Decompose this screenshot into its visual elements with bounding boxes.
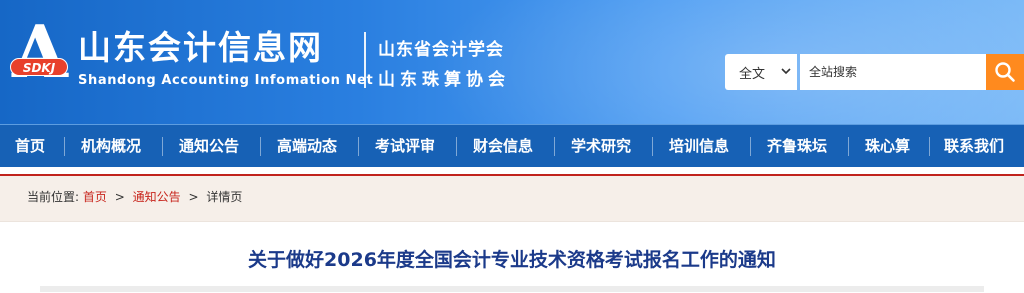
nav-separator	[848, 137, 849, 156]
association-name-2: 山东珠算协会	[378, 70, 510, 90]
site-title[interactable]: 山东会计信息网	[78, 28, 323, 68]
nav-item-about[interactable]: 机构概况	[81, 125, 141, 168]
logo-letter: A	[12, 9, 68, 94]
nav-item-home[interactable]: 首页	[15, 125, 45, 168]
nav-item-abacus-forum[interactable]: 齐鲁珠坛	[767, 125, 827, 168]
search-scope-value: 全文	[739, 66, 766, 82]
breadcrumb-link-home[interactable]: 首页	[83, 190, 107, 204]
site-logo[interactable]: A SDKJ	[4, 16, 70, 92]
site-header: A SDKJ 山东会计信息网 Shandong Accounting Infom…	[0, 0, 1024, 124]
title-underline	[40, 286, 984, 292]
nav-separator	[358, 137, 359, 156]
nav-item-mental-abacus[interactable]: 珠心算	[865, 125, 910, 168]
main-nav: 首页 机构概况 通知公告 高端动态 考试评审 财会信息 学术研究 培训信息 齐鲁…	[0, 124, 1024, 167]
search-scope-select[interactable]: 全文	[725, 54, 797, 90]
nav-item-research[interactable]: 学术研究	[571, 125, 631, 168]
nav-item-highlights[interactable]: 高端动态	[277, 125, 337, 168]
nav-item-contact[interactable]: 联系我们	[944, 125, 1004, 168]
search-icon	[995, 62, 1015, 82]
nav-item-exams[interactable]: 考试评审	[375, 125, 435, 168]
breadcrumb-current: 详情页	[206, 190, 243, 204]
nav-separator	[554, 137, 555, 156]
nav-separator	[456, 137, 457, 156]
nav-item-notices[interactable]: 通知公告	[179, 125, 239, 168]
search-button[interactable]	[986, 54, 1024, 90]
nav-separator	[260, 137, 261, 156]
nav-separator	[929, 137, 930, 156]
breadcrumb-link-notices[interactable]: 通知公告	[133, 190, 181, 204]
breadcrumb-bar: 当前位置: 首页 > 通知公告 > 详情页	[0, 176, 1024, 222]
breadcrumb-prefix: 当前位置:	[27, 190, 80, 204]
nav-separator	[750, 137, 751, 156]
logo-badge: SDKJ	[10, 58, 68, 76]
nav-separator	[162, 137, 163, 156]
breadcrumb-separator: >	[188, 190, 199, 204]
association-name-1: 山东省会计学会	[378, 40, 504, 60]
site-subtitle: Shandong Accounting Infomation Net	[78, 73, 374, 88]
breadcrumb: 当前位置: 首页 > 通知公告 > 详情页	[27, 188, 242, 205]
header-divider	[364, 32, 366, 88]
search-input[interactable]	[800, 54, 986, 90]
nav-separator	[64, 137, 65, 156]
breadcrumb-separator: >	[114, 190, 125, 204]
article-title: 关于做好2026年度全国会计专业技术资格考试报名工作的通知	[248, 249, 776, 271]
nav-separator	[652, 137, 653, 156]
nav-item-training[interactable]: 培训信息	[669, 125, 729, 168]
chevron-down-icon	[781, 68, 791, 75]
search-bar: 全文	[725, 54, 1024, 90]
nav-item-finance-news[interactable]: 财会信息	[473, 125, 533, 168]
